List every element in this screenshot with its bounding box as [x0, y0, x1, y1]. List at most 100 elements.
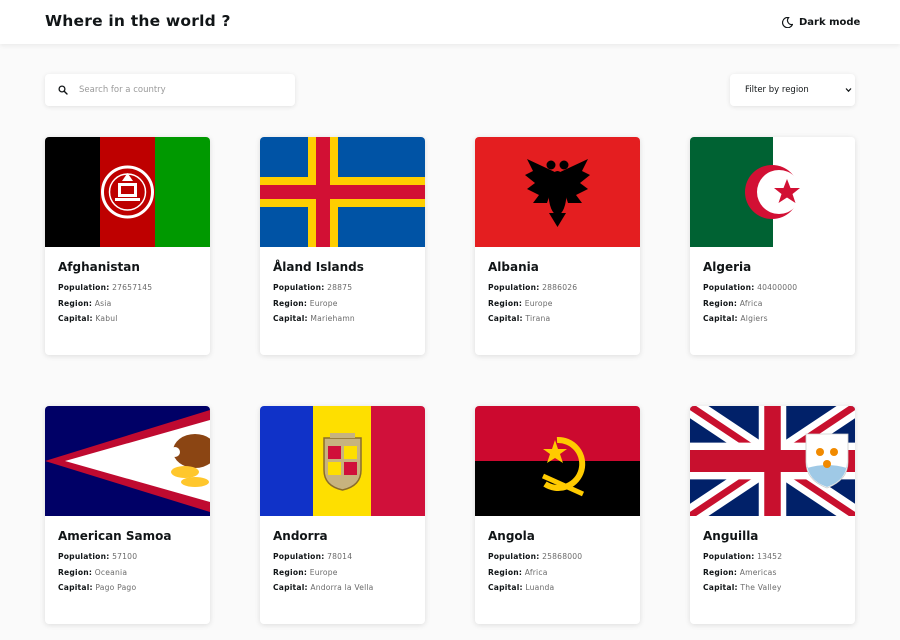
population-line: Population: 2886026	[488, 283, 577, 292]
population-label: Population:	[58, 552, 110, 561]
app-title: Where in the world ?	[45, 12, 231, 30]
country-card[interactable]: Angola Population: 25868000 Region: Afri…	[475, 406, 640, 624]
andorra-flag	[260, 406, 425, 516]
country-card[interactable]: Åland Islands Population: 28875 Region: …	[260, 137, 425, 355]
capital-label: Capital:	[703, 314, 738, 323]
region-line: Region: Oceania	[58, 568, 127, 577]
country-name: Algeria	[703, 260, 752, 274]
region-line: Region: Asia	[58, 299, 111, 308]
capital-value: Andorra la Vella	[310, 583, 374, 592]
population-line: Population: 27657145	[58, 283, 152, 292]
capital-label: Capital:	[273, 314, 308, 323]
country-name: American Samoa	[58, 529, 172, 543]
search-box[interactable]	[45, 74, 295, 106]
capital-line: Capital: Luanda	[488, 583, 554, 592]
country-name: Andorra	[273, 529, 328, 543]
capital-label: Capital:	[58, 583, 93, 592]
capital-value: Luanda	[525, 583, 555, 592]
capital-value: Tirana	[525, 314, 551, 323]
population-line: Population: 57100	[58, 552, 137, 561]
region-label: Region:	[273, 568, 308, 577]
population-line: Population: 40400000	[703, 283, 797, 292]
capital-value: The Valley	[740, 583, 782, 592]
capital-line: Capital: Tirana	[488, 314, 550, 323]
capital-value: Pago Pago	[95, 583, 137, 592]
country-card[interactable]: Afghanistan Population: 27657145 Region:…	[45, 137, 210, 355]
capital-value: Algiers	[740, 314, 768, 323]
capital-label: Capital:	[488, 314, 523, 323]
population-line: Population: 25868000	[488, 552, 582, 561]
region-value: Oceania	[94, 568, 128, 577]
population-line: Population: 78014	[273, 552, 352, 561]
app-header: Where in the world ? Dark mode	[0, 0, 900, 44]
country-card[interactable]: Anguilla Population: 13452 Region: Ameri…	[690, 406, 855, 624]
afghanistan-flag	[45, 137, 210, 247]
region-filter-label: Filter by region	[745, 85, 809, 95]
population-value: 57100	[112, 552, 138, 561]
country-card[interactable]: Albania Population: 2886026 Region: Euro…	[475, 137, 640, 355]
region-label: Region:	[273, 299, 308, 308]
moon-icon	[782, 16, 793, 28]
capital-line: Capital: Kabul	[58, 314, 118, 323]
population-label: Population:	[273, 283, 325, 292]
capital-label: Capital:	[488, 583, 523, 592]
capital-label: Capital:	[58, 314, 93, 323]
population-line: Population: 13452	[703, 552, 782, 561]
population-line: Population: 28875	[273, 283, 352, 292]
algeria-flag	[690, 137, 855, 247]
region-label: Region:	[58, 299, 93, 308]
country-name: Albania	[488, 260, 539, 274]
anguilla-flag	[690, 406, 855, 516]
country-name: Åland Islands	[273, 260, 364, 274]
population-value: 13452	[757, 552, 783, 561]
population-label: Population:	[488, 283, 540, 292]
country-name: Anguilla	[703, 529, 759, 543]
country-card[interactable]: Algeria Population: 40400000 Region: Afr…	[690, 137, 855, 355]
population-label: Population:	[703, 283, 755, 292]
region-value: Africa	[739, 299, 763, 308]
population-value: 40400000	[757, 283, 798, 292]
population-value: 2886026	[542, 283, 578, 292]
region-filter-select[interactable]: Filter by region	[730, 74, 855, 106]
capital-label: Capital:	[273, 583, 308, 592]
region-line: Region: Europe	[273, 299, 338, 308]
region-label: Region:	[488, 568, 523, 577]
chevron-down-icon	[845, 88, 852, 93]
population-label: Population:	[703, 552, 755, 561]
region-value: Asia	[94, 299, 112, 308]
population-value: 27657145	[112, 283, 153, 292]
american-samoa-flag	[45, 406, 210, 516]
region-value: Americas	[739, 568, 777, 577]
region-label: Region:	[703, 568, 738, 577]
search-input[interactable]	[79, 74, 289, 106]
region-value: Europe	[309, 568, 338, 577]
capital-line: Capital: The Valley	[703, 583, 782, 592]
search-icon	[58, 85, 68, 95]
region-value: Europe	[524, 299, 553, 308]
region-label: Region:	[58, 568, 93, 577]
capital-value: Mariehamn	[310, 314, 355, 323]
population-label: Population:	[58, 283, 110, 292]
country-card[interactable]: American Samoa Population: 57100 Region:…	[45, 406, 210, 624]
region-line: Region: Africa	[488, 568, 548, 577]
region-value: Africa	[524, 568, 548, 577]
country-card[interactable]: Andorra Population: 78014 Region: Europe…	[260, 406, 425, 624]
region-line: Region: Africa	[703, 299, 763, 308]
albania-flag	[475, 137, 640, 247]
capital-line: Capital: Algiers	[703, 314, 768, 323]
capital-line: Capital: Andorra la Vella	[273, 583, 374, 592]
region-line: Region: Europe	[273, 568, 338, 577]
capital-label: Capital:	[703, 583, 738, 592]
population-value: 25868000	[542, 552, 583, 561]
population-value: 28875	[327, 283, 353, 292]
country-name: Afghanistan	[58, 260, 140, 274]
population-label: Population:	[488, 552, 540, 561]
capital-value: Kabul	[95, 314, 118, 323]
dark-mode-toggle[interactable]: Dark mode	[782, 15, 860, 29]
region-line: Region: Americas	[703, 568, 777, 577]
region-value: Europe	[309, 299, 338, 308]
aland-islands-flag	[260, 137, 425, 247]
population-value: 78014	[327, 552, 353, 561]
capital-line: Capital: Mariehamn	[273, 314, 355, 323]
population-label: Population:	[273, 552, 325, 561]
